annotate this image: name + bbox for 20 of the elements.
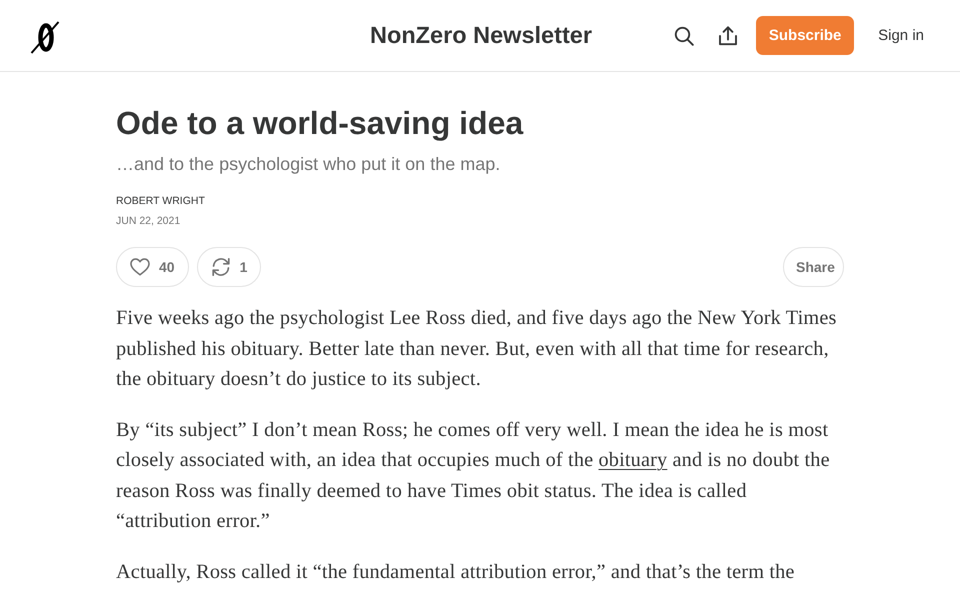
search-icon xyxy=(674,26,694,46)
body-paragraph: By “its subject” I don’t mean Ross; he comes off very well. I mean the idea he is most closely associated with, an idea that occupies much of the obituary and is no doubt the reason Ross was finally deemed to have Times obit status. The idea is called “attribution error.” xyxy=(116,418,831,534)
publication-title[interactable]: NonZero Newsletter xyxy=(370,22,592,48)
sign-in-link[interactable]: Sign in xyxy=(878,27,924,44)
logo-icon[interactable] xyxy=(30,18,60,54)
body-paragraph: Five weeks ago the psychologist Lee Ross died, and five days ago the New York Times published his obituary. Better late than never. But, even with all that time for research, the obituary doesn’t do justice to its subject. xyxy=(116,306,838,392)
share-button[interactable] xyxy=(719,26,738,46)
share-button[interactable]: Share xyxy=(783,247,844,287)
heart-icon xyxy=(130,258,150,276)
post-title: Ode to a world-saving idea xyxy=(116,104,524,143)
obituary-link[interactable]: obituary xyxy=(598,449,668,471)
post-date: JUN 22, 2021 xyxy=(116,214,182,229)
cycle-arrows-icon xyxy=(210,257,231,277)
post-subtitle: …and to the psychologist who put it on the map. xyxy=(116,153,502,176)
search-button[interactable] xyxy=(674,26,694,46)
like-button[interactable]: 40 xyxy=(116,247,189,287)
upload-icon xyxy=(719,26,738,46)
body-paragraph: Actually, Ross called it “the fundamental attribution error,” and that’s the term the xyxy=(116,560,796,584)
restack-button[interactable]: 1 xyxy=(196,247,262,287)
author-name[interactable]: ROBERT WRIGHT xyxy=(116,191,844,211)
